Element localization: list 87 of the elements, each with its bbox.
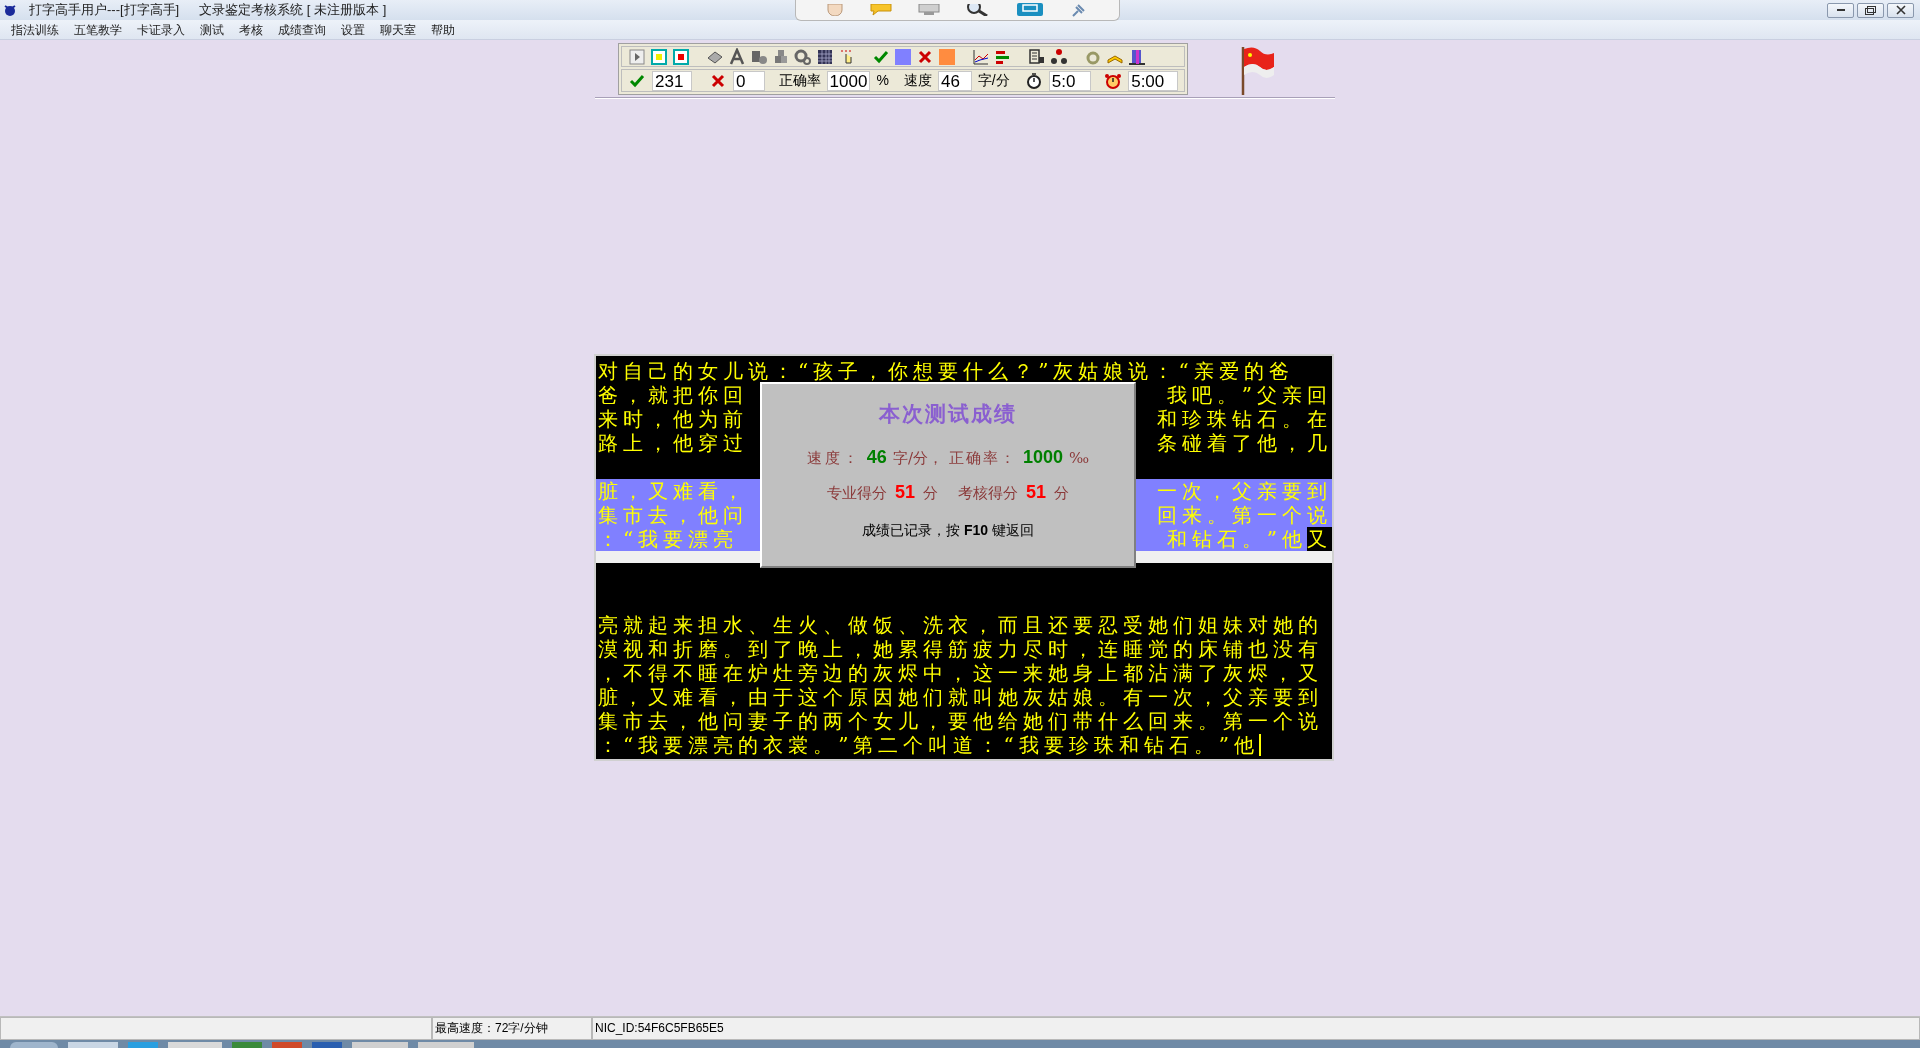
keyboard-icon[interactable] <box>1016 3 1044 17</box>
menu-item[interactable]: 聊天室 <box>379 20 417 39</box>
speed-unit: 字/分， <box>892 447 943 469</box>
monitor-icon[interactable] <box>918 4 940 16</box>
menu-item[interactable]: 帮助 <box>430 20 456 39</box>
speed-label: 速度： <box>806 447 861 469</box>
speed-unit: 字/分 <box>977 71 1010 90</box>
score-value: 51 <box>1026 480 1047 504</box>
exit-door-icon[interactable] <box>1128 47 1146 66</box>
typed-text: 集市去，他问妻子的两个女儿，要他给她们带什么回来。第一个说 <box>598 709 1323 733</box>
menu-item[interactable]: 考核 <box>238 20 264 39</box>
speed-label: 速度 <box>904 71 933 90</box>
current-character: 又 <box>1307 527 1332 551</box>
menu-item[interactable]: 卡证录入 <box>136 20 186 39</box>
source-text: 一次，父亲要到 <box>1157 479 1332 503</box>
app-icon <box>3 3 17 17</box>
score-value: 51 <box>894 480 915 504</box>
gears-icon[interactable] <box>794 47 812 66</box>
menu-item[interactable]: 设置 <box>340 20 366 39</box>
menu-item[interactable]: 测试 <box>199 20 225 39</box>
value-field: 1000 <box>826 70 871 91</box>
menu-item[interactable]: 成绩查询 <box>277 20 327 39</box>
book-icon[interactable] <box>1028 47 1046 66</box>
value-field: 5:0 <box>1048 70 1091 91</box>
score-unit: 分 <box>1054 482 1070 504</box>
source-text: 集市去，他问 <box>598 503 748 527</box>
source-text: 脏，又难看， <box>598 479 748 503</box>
color-swatch-icon[interactable] <box>894 47 912 66</box>
accuracy-unit: % <box>876 71 889 90</box>
close-icon <box>1895 5 1906 15</box>
source-text: 来时，他为前 <box>598 407 748 431</box>
line-chart-icon[interactable] <box>972 47 990 66</box>
hand-icon[interactable] <box>826 4 844 16</box>
restore-button[interactable] <box>1857 2 1884 18</box>
menu-item[interactable]: 指法训练 <box>10 20 60 39</box>
pin-icon[interactable] <box>1070 3 1086 17</box>
cubes-icon[interactable] <box>772 47 790 66</box>
letter-icon[interactable] <box>728 47 746 66</box>
minimize-button[interactable] <box>1827 2 1854 18</box>
accuracy-unit: ‰ <box>1069 447 1090 469</box>
accuracy-label: 正确率： <box>948 447 1017 469</box>
source-text: 和珍珠钻石。在 <box>1157 407 1332 431</box>
value-field: 46 <box>938 70 972 91</box>
typed-text: ：“我要漂亮的衣裳。”第二个叫道：“我要珍珠和钻石。”他 <box>598 733 1259 757</box>
source-text: 路上，他穿过 <box>598 431 748 455</box>
color-swatch-icon[interactable] <box>938 47 956 66</box>
restore-icon <box>1865 5 1876 15</box>
menu-item[interactable]: 五笔教学 <box>73 20 123 39</box>
text-cursor <box>1258 734 1261 756</box>
score-label: 考核得分 <box>958 482 1018 504</box>
source-text: 我吧。”父亲回 <box>1166 383 1332 407</box>
source-text: 对自己的女儿说：“孩子，你想要什么？”灰姑娘说：“亲爱的爸 <box>598 359 1294 383</box>
stop-icon[interactable] <box>672 47 690 66</box>
speed-value: 46 <box>866 445 887 469</box>
window-subtitle: 文录鉴定考核系统 [ 未注册版本 ] <box>199 1 387 20</box>
source-text: 爸，就把你回 <box>598 383 748 407</box>
status-text: NIC_ID:54F6C5FB65E5 <box>595 1021 724 1035</box>
play-icon[interactable] <box>628 47 646 66</box>
minimize-icon <box>1836 9 1845 11</box>
network-icon[interactable] <box>1050 47 1068 66</box>
typed-text: 脏，又难看，由于这个原因她们就叫她灰姑娘。有一次，父亲要到 <box>598 685 1323 709</box>
grid-icon[interactable] <box>816 47 834 66</box>
flag-icon <box>1240 45 1276 97</box>
speech-bubble-icon[interactable] <box>870 4 892 16</box>
typed-text: ，不得不睡在炉灶旁边的灰烬中，这一来她身上都沾满了灰烬，又 <box>598 661 1323 685</box>
accuracy-label: 正确率 <box>778 71 821 90</box>
value-field: 0 <box>732 70 765 91</box>
dialog-message: 成绩已记录，按 F10 键返回 <box>862 520 1034 540</box>
source-text: 回来。第一个说 <box>1157 503 1332 527</box>
typed-text: 漠视和折磨。到了晚上，她累得筋疲力尽时，连睡觉的床铺也没有 <box>598 637 1323 661</box>
value-field: 231 <box>652 70 693 91</box>
typed-text: 亮就起来担水、生火、做饭、洗衣，而且还要忍受她们姐妹对她的 <box>598 613 1323 637</box>
square-icon[interactable] <box>650 47 668 66</box>
source-text: 和钻石。”他 <box>1166 527 1307 551</box>
accuracy-value: 1000 <box>1022 445 1063 469</box>
magnifier-icon[interactable] <box>966 4 990 16</box>
stopwatch-icon <box>1024 71 1043 90</box>
close-button[interactable] <box>1887 2 1914 18</box>
value-field: 5:00 <box>1128 70 1178 91</box>
score-label: 专业得分 <box>826 482 887 504</box>
source-text: ：“我要漂亮 <box>598 527 739 551</box>
alarm-clock-icon <box>1104 71 1123 90</box>
window-title: 打字高手用户---[打字高手] <box>29 1 180 20</box>
score-unit: 分 <box>923 482 938 504</box>
source-text: 条碰着了他，几 <box>1157 431 1332 455</box>
status-text: 最高速度：72字/分钟 <box>435 1021 548 1035</box>
dialog-title: 本次测试成绩 <box>879 401 1017 427</box>
